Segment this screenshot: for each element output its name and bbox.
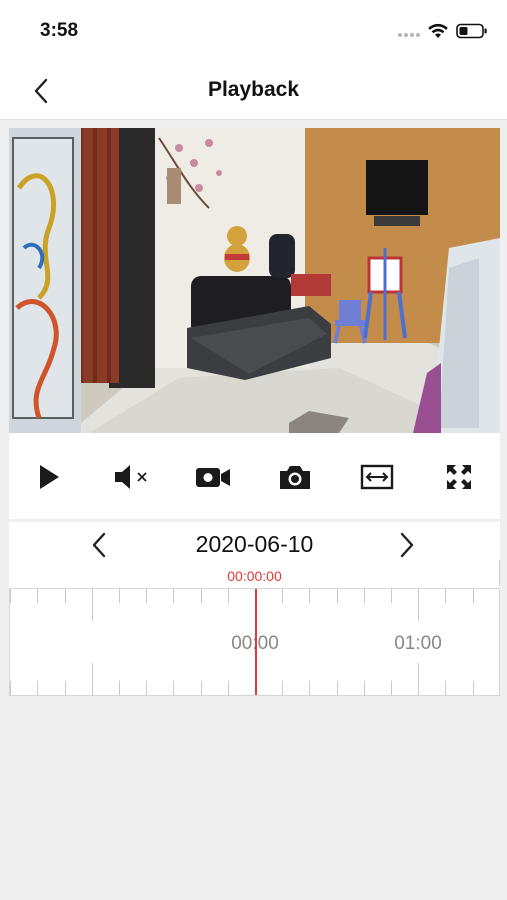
minor-tick [65,681,66,695]
current-time-label: 00:00:00 [227,568,282,584]
battery-icon [456,23,487,39]
wifi-icon [428,23,448,38]
minor-tick [309,589,310,603]
fit-width-button[interactable] [355,458,399,496]
video-camera-icon [196,468,230,487]
minor-tick [65,589,66,603]
playback-controls [9,433,500,519]
player-card: 2020-06-10 00:00:00 00:00 01:00 [9,128,500,696]
minor-tick [228,589,229,603]
minor-tick [337,681,338,695]
fullscreen-icon [447,465,471,489]
date-navigator: 2020-06-10 00:00:00 [9,522,500,586]
major-tick [92,589,93,621]
chevron-right-icon [400,532,414,558]
camera-feed-image [9,128,500,433]
minor-tick [337,589,338,603]
playhead-marker[interactable] [255,589,257,695]
timeline-ruler[interactable]: 00:00 01:00 [9,588,500,696]
minor-tick [173,681,174,695]
minor-tick [473,681,474,695]
camera-icon [280,466,310,489]
speaker-muted-icon [115,465,147,489]
minor-tick [445,681,446,695]
major-tick [418,663,419,695]
timeline-label: 01:00 [394,633,442,654]
play-button[interactable] [27,458,71,496]
minor-tick [391,681,392,695]
minor-tick [146,681,147,695]
minor-tick [282,681,283,695]
status-bar: 3:58 [0,0,507,62]
record-button[interactable] [191,458,235,496]
minor-tick [173,589,174,603]
minor-tick [119,681,120,695]
minor-tick [201,681,202,695]
minor-tick [201,589,202,603]
minor-tick [473,589,474,603]
minor-tick [282,589,283,603]
fullscreen-button[interactable] [437,458,481,496]
page-title: Playback [207,78,300,101]
next-day-button[interactable] [389,526,425,564]
play-icon [40,465,59,489]
minor-tick [364,681,365,695]
status-time: 3:58 [40,20,79,41]
video-frame[interactable] [9,128,500,433]
minor-tick [228,681,229,695]
snapshot-button[interactable] [273,458,317,496]
minor-tick [37,681,38,695]
minor-tick [37,589,38,603]
minor-tick [10,681,11,695]
divider [499,560,500,586]
fit-width-icon [360,464,394,490]
major-tick [418,589,419,621]
minor-tick [445,589,446,603]
minor-tick [391,589,392,603]
nav-bar: Playback [0,62,507,120]
minor-tick [364,589,365,603]
minor-tick [10,589,11,603]
minor-tick [119,589,120,603]
mute-button[interactable] [109,458,153,496]
minor-tick [146,589,147,603]
minor-tick [309,681,310,695]
signal-dots-icon [398,33,422,37]
major-tick [92,663,93,695]
date-label: 2020-06-10 [195,531,314,557]
